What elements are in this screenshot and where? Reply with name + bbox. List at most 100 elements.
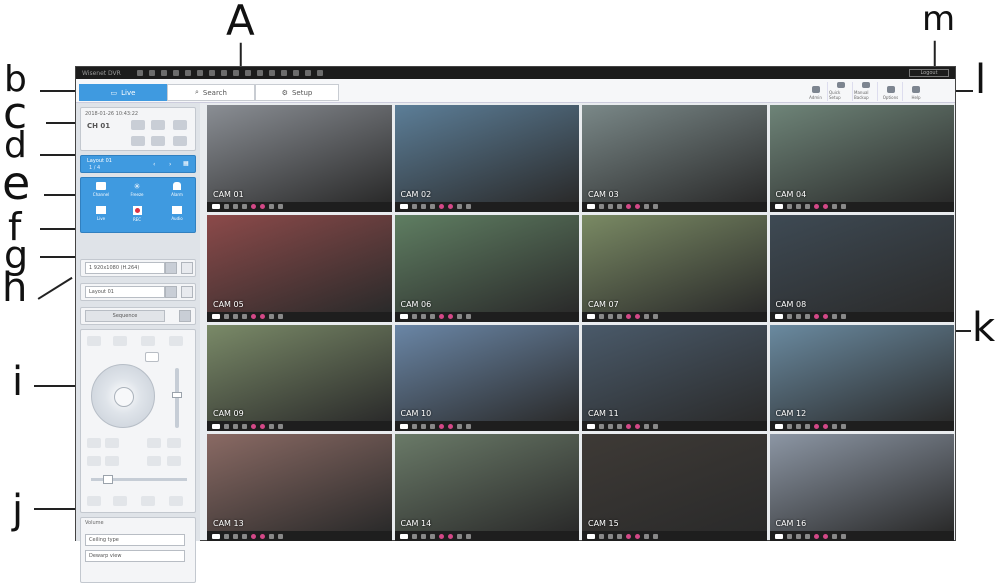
camera-control-icon[interactable] [233, 423, 238, 429]
camera-control-icon[interactable] [795, 533, 801, 539]
aux-button-1[interactable] [147, 456, 161, 466]
camera-control-icon[interactable] [242, 314, 247, 319]
camera-control-icon[interactable] [644, 533, 649, 539]
manual-backup-button[interactable]: Manual Backup [854, 82, 878, 101]
camera-control-icon[interactable] [626, 423, 631, 429]
camera-control-icon[interactable] [438, 314, 444, 319]
camera-control-icon[interactable] [242, 204, 247, 210]
camera-control-icon[interactable] [599, 423, 604, 429]
camera-control-icon[interactable] [411, 533, 417, 539]
camera-control-icon[interactable] [626, 314, 631, 319]
camera-control-icon[interactable] [420, 533, 426, 539]
camera-control-icon[interactable] [617, 204, 622, 210]
help-button[interactable]: Help [904, 82, 928, 101]
camera-control-icon[interactable] [653, 204, 658, 210]
camera-control-icon[interactable] [438, 204, 444, 210]
ptz-extra-button-4[interactable] [169, 496, 183, 506]
camera-control-icon[interactable] [774, 204, 783, 210]
camera-control-icon[interactable] [804, 423, 810, 429]
ptz-joystick[interactable] [91, 364, 155, 428]
camera-control-icon[interactable] [212, 204, 220, 210]
camera-control-icon[interactable] [411, 314, 417, 319]
camera-control-icon[interactable] [831, 423, 837, 429]
camera-tile[interactable]: CAM 12 [769, 324, 954, 432]
camera-control-icon[interactable] [774, 423, 783, 429]
ptz-extra-button-3[interactable] [141, 496, 155, 506]
camera-control-icon[interactable] [635, 423, 640, 429]
camera-control-icon[interactable] [644, 423, 649, 429]
camera-control-icon[interactable] [447, 314, 453, 319]
fullscreen-button[interactable] [151, 136, 165, 146]
camera-control-icon[interactable] [212, 314, 220, 319]
camera-control-icon[interactable] [635, 533, 640, 539]
camera-control-icon[interactable] [465, 533, 471, 539]
camera-control-icon[interactable] [212, 533, 220, 539]
camera-control-icon[interactable] [260, 314, 265, 319]
camera-control-icon[interactable] [599, 314, 604, 319]
freeze-button[interactable]: ✳ Freeze [125, 182, 149, 197]
ptz-dropdown[interactable] [145, 352, 159, 362]
camera-control-icon[interactable] [429, 423, 435, 429]
ptz-swing-button[interactable] [141, 336, 155, 346]
camera-control-icon[interactable] [456, 314, 462, 319]
camera-control-icon[interactable] [653, 533, 658, 539]
camera-control-icon[interactable] [587, 533, 595, 539]
iris-close-button[interactable] [87, 456, 101, 466]
camera-control-icon[interactable] [420, 423, 426, 429]
camera-control-icon[interactable] [822, 314, 828, 319]
camera-control-icon[interactable] [260, 204, 265, 210]
focus-far-button[interactable] [167, 438, 181, 448]
aux-button-2[interactable] [167, 456, 181, 466]
camera-control-icon[interactable] [233, 204, 238, 210]
zoom-in-button[interactable] [105, 438, 119, 448]
ceiling-type-select[interactable]: Ceiling type [85, 534, 185, 546]
capture-button[interactable] [131, 120, 145, 130]
camera-control-icon[interactable] [269, 204, 274, 210]
camera-control-icon[interactable] [795, 423, 801, 429]
layout-add-button[interactable] [165, 286, 177, 298]
refresh-button[interactable] [131, 136, 145, 146]
camera-control-icon[interactable] [840, 314, 846, 319]
camera-control-icon[interactable] [260, 423, 265, 429]
sequence-settings-button[interactable] [179, 310, 191, 322]
options-button[interactable]: Options [879, 82, 903, 101]
camera-control-icon[interactable] [587, 204, 595, 210]
camera-control-icon[interactable] [774, 314, 783, 319]
camera-control-icon[interactable] [278, 533, 283, 539]
camera-control-icon[interactable] [399, 423, 408, 429]
dewarp-view-select[interactable]: Dewarp view [85, 550, 185, 562]
rec-button[interactable]: REC [125, 206, 149, 222]
camera-control-icon[interactable] [447, 204, 453, 210]
camera-control-icon[interactable] [608, 423, 613, 429]
quick-setup-button[interactable]: Quick Setup [829, 82, 853, 101]
speed-slider[interactable] [91, 475, 187, 484]
camera-control-icon[interactable] [456, 204, 462, 210]
camera-tile[interactable]: CAM 04 [769, 105, 954, 212]
camera-tile[interactable]: CAM 06 [394, 214, 579, 322]
camera-control-icon[interactable] [608, 533, 613, 539]
profile-file-button[interactable] [181, 262, 193, 274]
camera-control-icon[interactable] [644, 314, 649, 319]
camera-control-icon[interactable] [224, 423, 229, 429]
camera-control-icon[interactable] [795, 314, 801, 319]
audio-button[interactable]: Audio [163, 206, 191, 221]
camera-control-icon[interactable] [465, 423, 471, 429]
focus-near-button[interactable] [147, 438, 161, 448]
camera-control-icon[interactable] [278, 204, 283, 210]
camera-control-icon[interactable] [429, 314, 435, 319]
camera-control-icon[interactable] [774, 533, 783, 539]
camera-tile[interactable]: CAM 03 [582, 105, 767, 212]
camera-control-icon[interactable] [822, 204, 828, 210]
camera-control-icon[interactable] [617, 533, 622, 539]
camera-control-icon[interactable] [813, 314, 819, 319]
camera-control-icon[interactable] [399, 533, 408, 539]
camera-tile[interactable]: CAM 01 [207, 105, 392, 212]
logout-button[interactable]: Logout [909, 69, 949, 77]
camera-control-icon[interactable] [822, 533, 828, 539]
camera-control-icon[interactable] [608, 204, 613, 210]
camera-tile[interactable]: CAM 07 [582, 214, 767, 322]
tab-setup[interactable]: ⚙ Setup [255, 84, 339, 101]
ptz-tour-button[interactable] [169, 336, 183, 346]
camera-control-icon[interactable] [399, 314, 408, 319]
camera-tile[interactable]: CAM 11 [582, 324, 767, 432]
